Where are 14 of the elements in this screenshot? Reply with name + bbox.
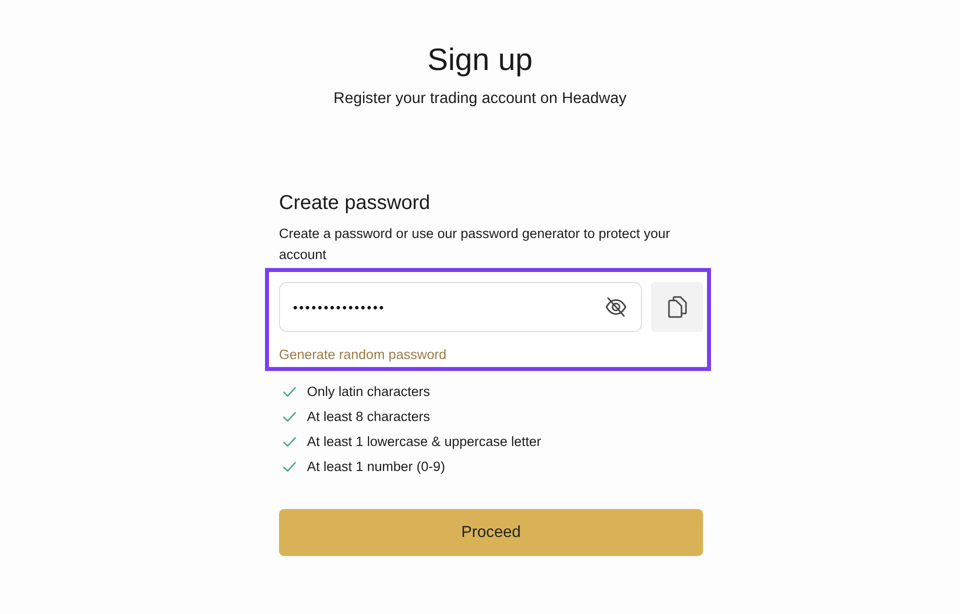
section-description: Create a password or use our password generator to protect your account [279, 225, 671, 264]
section-heading: Create password [279, 191, 430, 215]
requirement-text: At least 8 characters [307, 408, 430, 426]
password-field[interactable]: ••••••••••••••• [279, 282, 642, 332]
proceed-button[interactable]: Proceed [279, 509, 703, 556]
requirement-text: Only latin characters [307, 382, 430, 400]
page-title: Sign up [427, 42, 533, 78]
copy-icon [668, 296, 686, 318]
eye-slash-icon[interactable] [605, 296, 627, 318]
requirement-text: At least 1 number (0-9) [307, 458, 446, 476]
generate-password-link[interactable]: Generate random password [279, 346, 446, 364]
requirement-text: At least 1 lowercase & uppercase letter [307, 432, 542, 450]
copy-button[interactable] [651, 282, 703, 332]
page-subtitle: Register your trading account on Headway [334, 89, 626, 109]
